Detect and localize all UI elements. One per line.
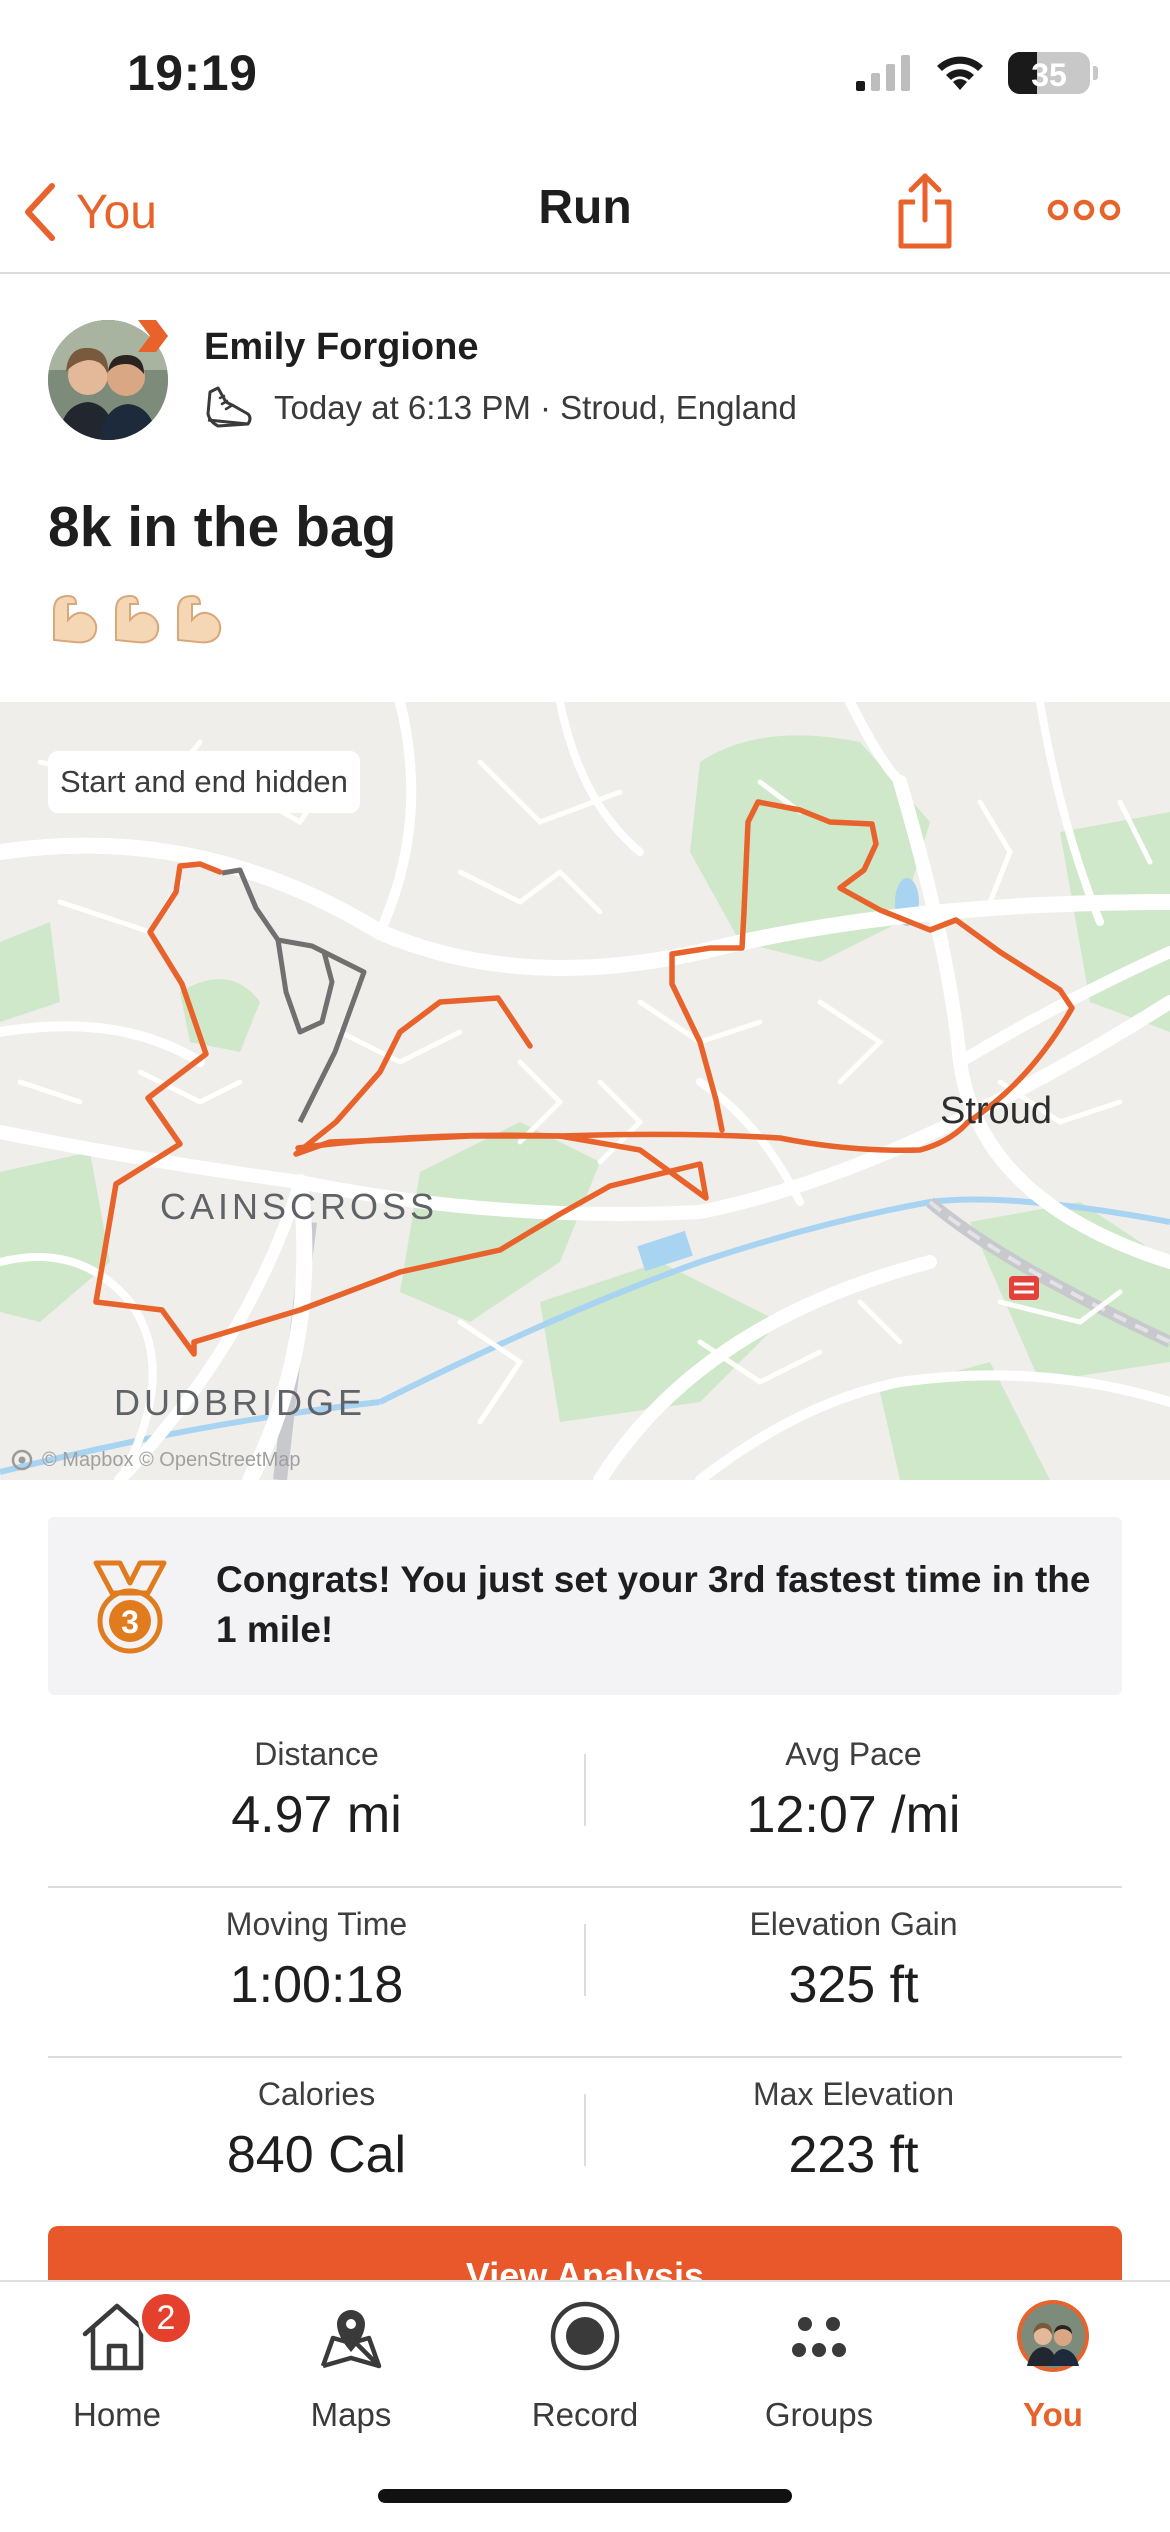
battery-level: 35 xyxy=(1031,57,1067,93)
stat-avg-pace: Avg Pace 12:07 /mi xyxy=(585,1718,1122,1845)
battery-icon: 35 xyxy=(1008,52,1098,94)
tab-label: Maps xyxy=(310,2396,392,2433)
status-icons: 35 xyxy=(856,52,1098,94)
stat-value: 325 ft xyxy=(788,1956,919,2014)
activity-title: 8k in the bag xyxy=(48,495,397,559)
tab-groups[interactable]: Groups xyxy=(702,2282,936,2452)
stat-label: Moving Time xyxy=(225,1906,408,1942)
tab-label: Record xyxy=(531,2396,639,2433)
subscriber-badge-icon xyxy=(138,320,168,352)
stat-row: Calories 840 Cal Max Elevation 223 ft xyxy=(48,2058,1122,2228)
battery-cap xyxy=(1093,66,1098,80)
notification-badge: 2 xyxy=(138,2290,194,2346)
nav-bar: You Run xyxy=(0,150,1170,274)
achievement-banner[interactable]: 3 Congrats! You just set your 3rd fastes… xyxy=(48,1517,1122,1695)
tab-home[interactable]: 2 Home xyxy=(0,2282,234,2452)
stat-distance: Distance 4.97 mi xyxy=(48,1718,585,1845)
map-label-cainscross: CAINSCROSS xyxy=(160,1186,439,1227)
running-shoe-icon xyxy=(206,386,252,428)
mapbox-logo-icon xyxy=(11,1449,33,1471)
activity-description xyxy=(48,590,226,646)
route-map[interactable]: Start and end hidden CAINSCROSS DUDBRIDG… xyxy=(0,702,1170,1480)
athlete-avatar[interactable] xyxy=(48,320,168,440)
privacy-pill: Start and end hidden xyxy=(48,751,360,813)
status-time: 19:19 xyxy=(127,45,258,101)
profile-avatar-icon xyxy=(1017,2300,1089,2372)
more-horizontal-icon xyxy=(1047,199,1121,221)
stat-row: Moving Time 1:00:18 Elevation Gain 325 f… xyxy=(48,1888,1122,2058)
activity-date-location: Today at 6:13 PM · Stroud, England xyxy=(274,389,797,426)
stat-value: 223 ft xyxy=(788,2126,919,2184)
stat-moving-time: Moving Time 1:00:18 xyxy=(48,1888,585,2015)
map-attribution[interactable]: © Mapbox © OpenStreetMap xyxy=(10,1448,301,1472)
home-indicator[interactable] xyxy=(378,2489,792,2503)
tab-record[interactable]: Record xyxy=(468,2282,702,2452)
share-icon xyxy=(898,173,952,249)
stat-value: 840 Cal xyxy=(226,2126,407,2184)
groups-icon xyxy=(792,2317,846,2357)
flexed-biceps-icon xyxy=(177,594,222,644)
stat-label: Max Elevation xyxy=(753,2076,954,2112)
stat-calories: Calories 840 Cal xyxy=(48,2058,585,2185)
attribution-text: © Mapbox © OpenStreetMap xyxy=(42,1448,301,1471)
record-icon xyxy=(550,2301,620,2371)
tab-you[interactable]: You xyxy=(936,2282,1170,2452)
map-pin-icon xyxy=(320,2310,382,2369)
page-title: Run xyxy=(538,181,632,234)
stat-value: 12:07 /mi xyxy=(746,1786,961,1844)
more-options-button[interactable] xyxy=(1046,190,1122,230)
share-button[interactable] xyxy=(893,170,957,250)
tab-maps[interactable]: Maps xyxy=(234,2282,468,2452)
activity-meta: Today at 6:13 PM · Stroud, England xyxy=(204,384,797,432)
tab-label: Groups xyxy=(764,2396,874,2433)
flexed-biceps-icon xyxy=(53,594,98,644)
stat-label: Avg Pace xyxy=(785,1736,922,1772)
map-label-stroud: Stroud xyxy=(940,1090,1052,1132)
stat-elevation-gain: Elevation Gain 325 ft xyxy=(585,1888,1122,2015)
tab-label: Home xyxy=(72,2396,162,2433)
tab-label: You xyxy=(1023,2396,1083,2433)
stat-row: Distance 4.97 mi Avg Pace 12:07 /mi xyxy=(48,1718,1122,1888)
bronze-medal-icon: 3 xyxy=(93,1560,167,1654)
stat-label: Distance xyxy=(254,1736,379,1772)
stat-value: 4.97 mi xyxy=(231,1786,402,1844)
map-label-dudbridge: DUDBRIDGE xyxy=(114,1382,367,1423)
stats-grid: Distance 4.97 mi Avg Pace 12:07 /mi Movi… xyxy=(48,1718,1122,2228)
achievement-text: Congrats! You just set your 3rd fastest … xyxy=(216,1559,1091,1650)
medal-rank: 3 xyxy=(121,1604,139,1640)
stat-max-elevation: Max Elevation 223 ft xyxy=(585,2058,1122,2185)
stat-value: 1:00:18 xyxy=(229,1956,404,2014)
cellular-signal-icon xyxy=(856,55,910,91)
athlete-name[interactable]: Emily Forgione xyxy=(204,326,478,369)
stat-label: Elevation Gain xyxy=(749,1906,958,1942)
wifi-icon xyxy=(937,56,983,90)
stat-label: Calories xyxy=(257,2076,376,2112)
flexed-biceps-icon xyxy=(115,594,160,644)
status-bar: 19:19 35 xyxy=(0,0,1170,150)
